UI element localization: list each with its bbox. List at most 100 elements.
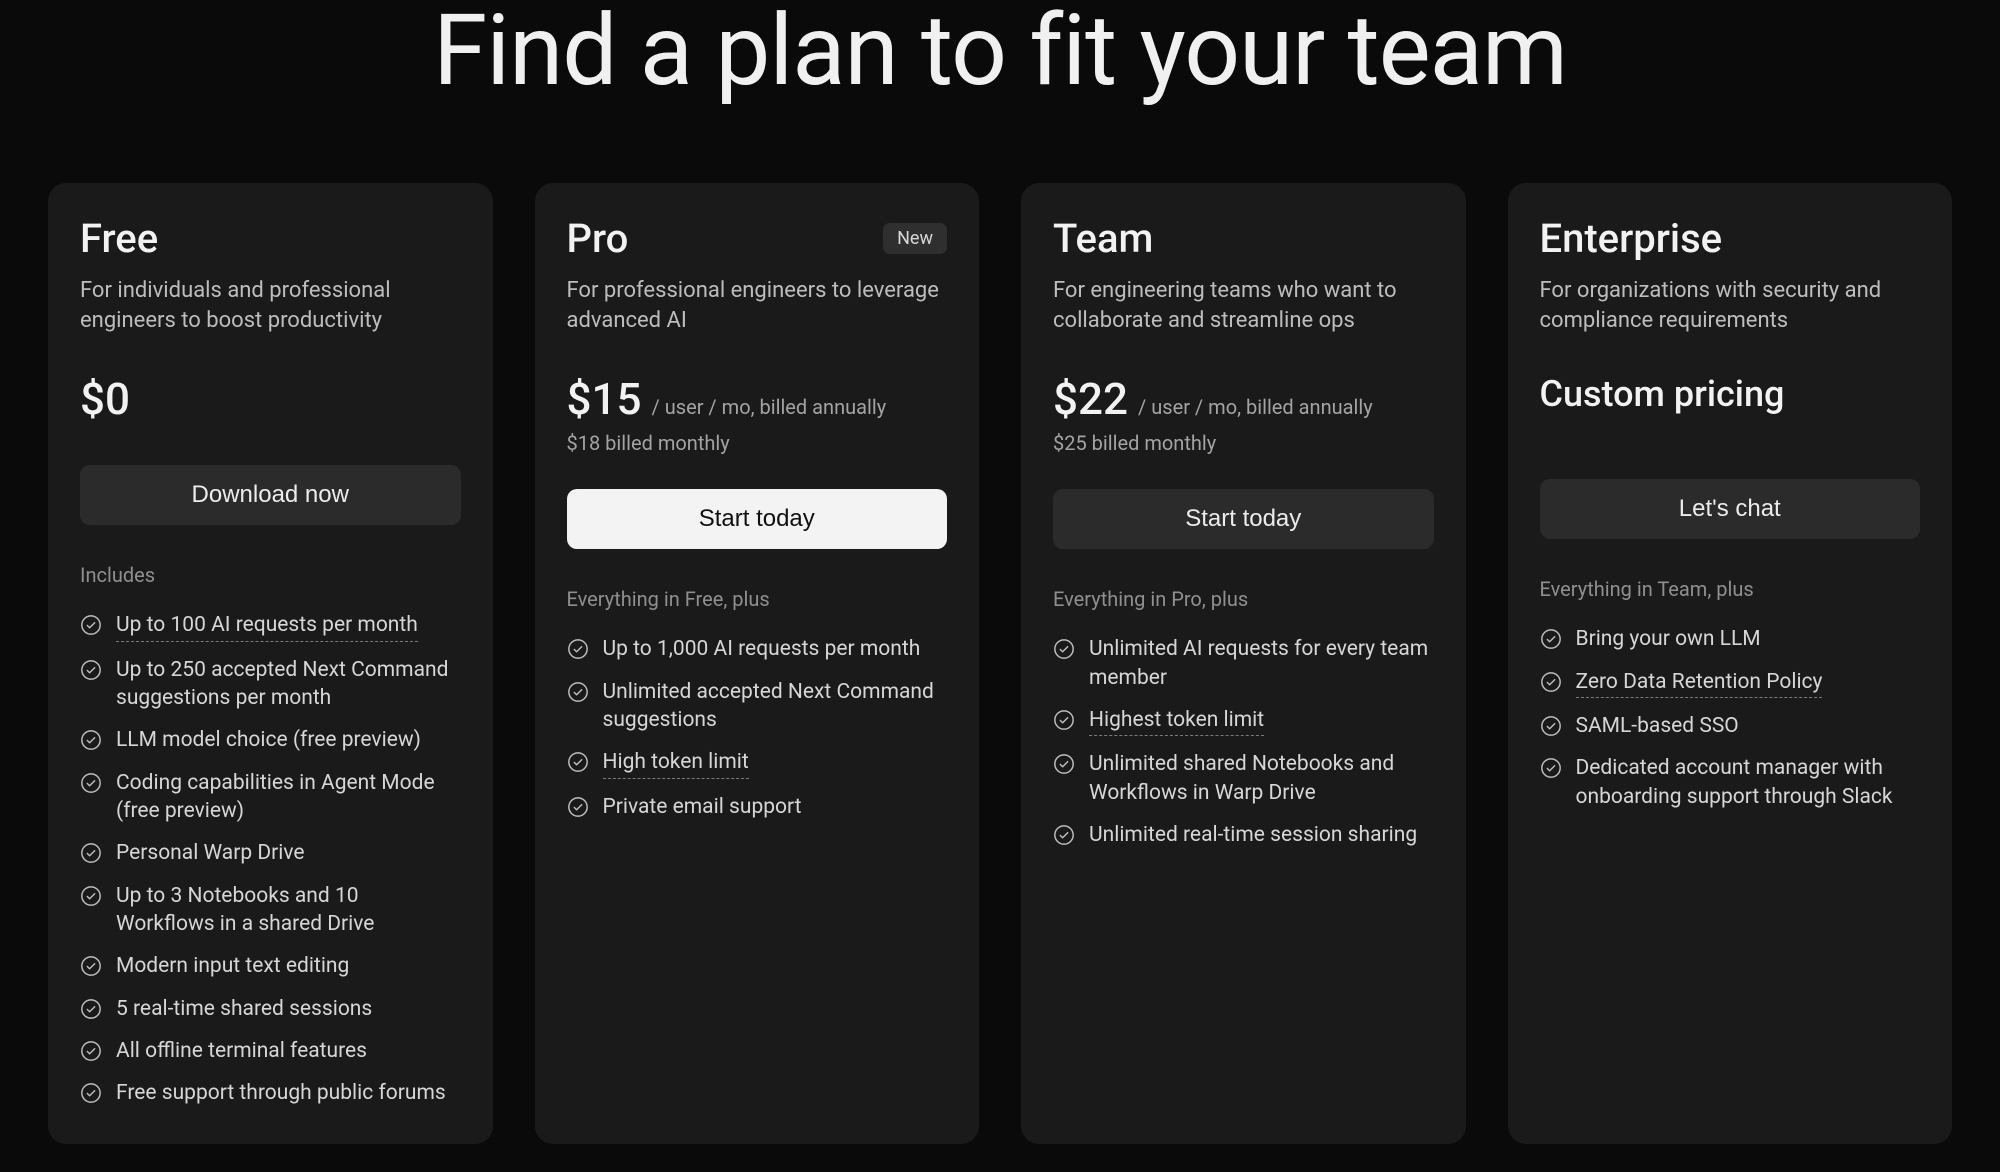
feature-item: Up to 100 AI requests per month	[80, 611, 461, 641]
plan-price-sub: $25 billed monthly	[1053, 431, 1434, 455]
plan-price-sub: $18 billed monthly	[567, 431, 948, 455]
features-list: Unlimited AI requests for every team mem…	[1053, 635, 1434, 849]
check-circle-icon	[80, 998, 102, 1020]
check-circle-icon	[567, 796, 589, 818]
check-circle-icon	[1540, 757, 1562, 779]
feature-item: LLM model choice (free preview)	[80, 726, 461, 754]
features-list: Up to 1,000 AI requests per month Unlimit…	[567, 635, 948, 821]
feature-text: Personal Warp Drive	[116, 839, 305, 867]
check-circle-icon	[1540, 671, 1562, 693]
plan-name: Free	[80, 215, 158, 262]
download-now-button[interactable]: Download now	[80, 465, 461, 525]
plans-row: Free For individuals and professional en…	[0, 183, 2000, 1144]
feature-text: Bring your own LLM	[1576, 625, 1761, 653]
plan-price: $0	[80, 373, 130, 425]
check-circle-icon	[1053, 824, 1075, 846]
feature-item: Bring your own LLM	[1540, 625, 1921, 653]
feature-item: Up to 1,000 AI requests per month	[567, 635, 948, 663]
plan-card-pro: Pro New For professional engineers to le…	[535, 183, 980, 1144]
feature-item: Free support through public forums	[80, 1079, 461, 1107]
feature-item: Private email support	[567, 793, 948, 821]
feature-item: Unlimited AI requests for every team mem…	[1053, 635, 1434, 692]
plan-tagline: For professional engineers to leverage a…	[567, 276, 948, 335]
feature-text: Unlimited AI requests for every team mem…	[1089, 635, 1434, 692]
feature-item: Highest token limit	[1053, 706, 1434, 736]
check-circle-icon	[1540, 715, 1562, 737]
feature-item: All offline terminal features	[80, 1037, 461, 1065]
feature-text: SAML-based SSO	[1576, 712, 1739, 740]
feature-item: Personal Warp Drive	[80, 839, 461, 867]
check-circle-icon	[1540, 628, 1562, 650]
start-today-button[interactable]: Start today	[1053, 489, 1434, 549]
feature-item: 5 real-time shared sessions	[80, 995, 461, 1023]
check-circle-icon	[1053, 709, 1075, 731]
feature-text: Up to 3 Notebooks and 10 Workflows in a …	[116, 882, 461, 939]
feature-item: Unlimited accepted Next Command suggesti…	[567, 678, 948, 735]
feature-text: Unlimited real-time session sharing	[1089, 821, 1417, 849]
plan-price: $15	[567, 373, 642, 425]
plan-card-team: Team For engineering teams who want to c…	[1021, 183, 1466, 1144]
plan-price: $22	[1053, 373, 1128, 425]
plan-card-free: Free For individuals and professional en…	[48, 183, 493, 1144]
feature-text: Modern input text editing	[116, 952, 349, 980]
features-list: Bring your own LLM Zero Data Retention Po…	[1540, 625, 1921, 811]
feature-item: Up to 3 Notebooks and 10 Workflows in a …	[80, 882, 461, 939]
page-title: Find a plan to fit your team	[0, 0, 2000, 103]
check-circle-icon	[80, 1040, 102, 1062]
check-circle-icon	[80, 1082, 102, 1104]
plan-name: Enterprise	[1540, 215, 1723, 262]
features-list: Up to 100 AI requests per month Up to 250…	[80, 611, 461, 1107]
feature-item: Up to 250 accepted Next Command suggesti…	[80, 656, 461, 713]
plan-name: Team	[1053, 215, 1153, 262]
plan-tagline: For organizations with security and comp…	[1540, 276, 1921, 335]
check-circle-icon	[567, 681, 589, 703]
check-circle-icon	[80, 885, 102, 907]
plan-card-enterprise: Enterprise For organizations with securi…	[1508, 183, 1953, 1144]
check-circle-icon	[567, 751, 589, 773]
feature-text: Free support through public forums	[116, 1079, 446, 1107]
plan-price-unit: / user / mo, billed annually	[652, 395, 887, 419]
feature-item: Unlimited shared Notebooks and Workflows…	[1053, 750, 1434, 807]
feature-item: SAML-based SSO	[1540, 712, 1921, 740]
check-circle-icon	[80, 729, 102, 751]
check-circle-icon	[80, 772, 102, 794]
check-circle-icon	[567, 638, 589, 660]
plan-tagline: For engineering teams who want to collab…	[1053, 276, 1434, 335]
features-heading: Everything in Free, plus	[567, 587, 948, 611]
start-today-button[interactable]: Start today	[567, 489, 948, 549]
plan-price-custom: Custom pricing	[1540, 373, 1921, 415]
feature-text: Unlimited accepted Next Command suggesti…	[603, 678, 948, 735]
feature-text[interactable]: High token limit	[603, 748, 749, 778]
check-circle-icon	[80, 955, 102, 977]
plan-tagline: For individuals and professional enginee…	[80, 276, 461, 335]
lets-chat-button[interactable]: Let's chat	[1540, 479, 1921, 539]
features-heading: Includes	[80, 563, 461, 587]
feature-text: LLM model choice (free preview)	[116, 726, 421, 754]
feature-text[interactable]: Zero Data Retention Policy	[1576, 668, 1823, 698]
feature-item: Dedicated account manager with onboardin…	[1540, 754, 1921, 811]
feature-text: Dedicated account manager with onboardin…	[1576, 754, 1921, 811]
check-circle-icon	[80, 659, 102, 681]
feature-text: Up to 250 accepted Next Command suggesti…	[116, 656, 461, 713]
check-circle-icon	[1053, 638, 1075, 660]
plan-name: Pro	[567, 215, 629, 262]
feature-item: Zero Data Retention Policy	[1540, 668, 1921, 698]
plan-price-unit: / user / mo, billed annually	[1138, 395, 1373, 419]
feature-item: Coding capabilities in Agent Mode (free …	[80, 769, 461, 826]
feature-text: 5 real-time shared sessions	[116, 995, 372, 1023]
check-circle-icon	[80, 842, 102, 864]
feature-text: Up to 1,000 AI requests per month	[603, 635, 921, 663]
feature-text: Coding capabilities in Agent Mode (free …	[116, 769, 461, 826]
check-circle-icon	[1053, 753, 1075, 775]
feature-text: Private email support	[603, 793, 802, 821]
feature-text: All offline terminal features	[116, 1037, 367, 1065]
feature-text[interactable]: Highest token limit	[1089, 706, 1264, 736]
feature-item: Modern input text editing	[80, 952, 461, 980]
features-heading: Everything in Team, plus	[1540, 577, 1921, 601]
check-circle-icon	[80, 614, 102, 636]
feature-item: High token limit	[567, 748, 948, 778]
features-heading: Everything in Pro, plus	[1053, 587, 1434, 611]
feature-item: Unlimited real-time session sharing	[1053, 821, 1434, 849]
feature-text[interactable]: Up to 100 AI requests per month	[116, 611, 418, 641]
new-badge: New	[883, 223, 947, 254]
